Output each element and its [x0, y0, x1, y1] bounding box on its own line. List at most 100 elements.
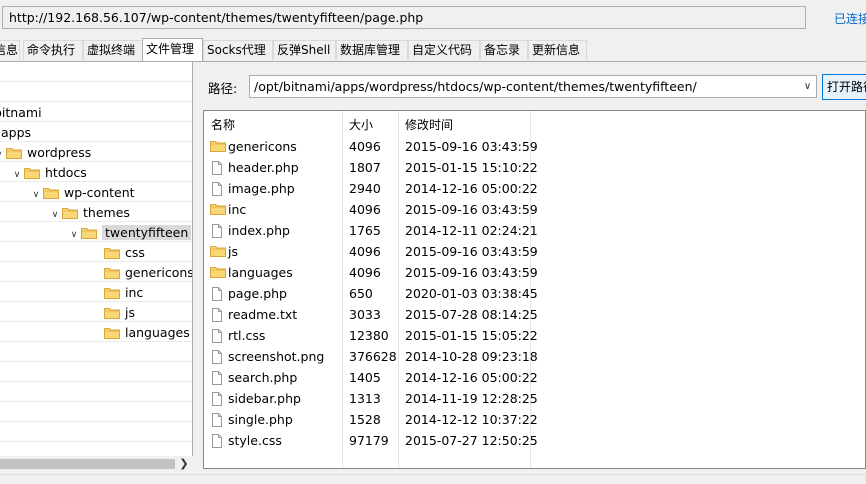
folder-icon	[210, 245, 226, 258]
file-icon	[210, 392, 225, 406]
tree-node[interactable]: genericons	[104, 264, 192, 282]
table-row[interactable]: single.php 1528 2014-12-12 10:37:22	[204, 409, 865, 430]
file-modified: 2015-01-15 15:05:22	[405, 328, 538, 343]
folder-icon	[104, 267, 120, 279]
folder-icon	[6, 147, 22, 159]
tree-node-label: bitnami	[0, 105, 42, 120]
file-icon	[210, 434, 225, 448]
tree-node[interactable]: languages	[104, 324, 190, 342]
table-row[interactable]: sidebar.php 1313 2014-11-19 12:28:25	[204, 388, 865, 409]
tree-node[interactable]: apps	[0, 124, 31, 142]
file-modified: 2014-11-19 12:28:25	[405, 391, 538, 406]
scrollbar-thumb[interactable]	[0, 459, 175, 469]
chevron-down-icon[interactable]: ∨	[67, 226, 81, 244]
table-row[interactable]: header.php 1807 2015-01-15 15:10:22	[204, 157, 865, 178]
tab-database[interactable]: 数据库管理	[336, 40, 408, 60]
chevron-down-icon[interactable]: ∨	[29, 186, 43, 204]
file-name: rtl.css	[210, 326, 265, 345]
scroll-right-arrow-icon[interactable]: ❯	[176, 456, 192, 472]
file-icon	[210, 182, 225, 196]
tab-update[interactable]: 更新信息	[528, 40, 587, 60]
table-row[interactable]: languages 4096 2015-09-16 03:43:59	[204, 262, 865, 283]
file-name-text: page.php	[228, 286, 287, 301]
file-name: image.php	[210, 179, 295, 198]
tab-memo[interactable]: 备忘录	[480, 40, 528, 60]
status-bar	[0, 474, 866, 484]
directory-tree[interactable]: bitnamiapps∨wordpress∨htdocs∨wp-content∨…	[0, 62, 193, 472]
tab-custom-code[interactable]: 自定义代码	[408, 40, 480, 60]
table-row[interactable]: image.php 2940 2014-12-16 05:00:22	[204, 178, 865, 199]
column-header-size[interactable]: 大小	[349, 116, 373, 133]
file-icon	[210, 329, 225, 343]
file-modified: 2015-09-16 03:43:59	[405, 265, 538, 280]
file-size: 650	[349, 286, 373, 301]
file-modified: 2015-09-16 03:43:59	[405, 244, 538, 259]
path-label: 路径:	[208, 81, 238, 96]
file-name-text: image.php	[228, 181, 295, 196]
file-size: 4096	[349, 139, 381, 154]
tab-socks[interactable]: Socks代理	[203, 40, 273, 60]
file-name: sidebar.php	[210, 389, 301, 408]
file-modified: 2015-01-15 15:10:22	[405, 160, 538, 175]
file-icon	[210, 350, 225, 364]
table-row[interactable]: rtl.css 12380 2015-01-15 15:05:22	[204, 325, 865, 346]
folder-icon	[104, 247, 120, 259]
table-row[interactable]: js 4096 2015-09-16 03:43:59	[204, 241, 865, 262]
table-row[interactable]: page.php 650 2020-01-03 03:38:45	[204, 283, 865, 304]
tab-info[interactable]: 信息	[0, 40, 20, 60]
tree-node[interactable]: ∨ wp-content	[29, 184, 135, 202]
file-size: 2940	[349, 181, 381, 196]
table-row[interactable]: search.php 1405 2014-12-16 05:00:22	[204, 367, 865, 388]
file-modified: 2014-12-16 05:00:22	[405, 370, 538, 385]
open-path-button[interactable]: 打开路径	[822, 74, 866, 100]
chevron-down-icon[interactable]: ∨	[799, 76, 816, 97]
tree-node[interactable]: ∨ htdocs	[10, 164, 87, 182]
chevron-down-icon[interactable]: ∨	[10, 166, 24, 184]
file-name: inc	[210, 200, 246, 219]
tree-node[interactable]: bitnami	[0, 104, 42, 122]
url-field[interactable]: http://192.168.56.107/wp-content/themes/…	[2, 6, 806, 29]
folder-icon	[81, 227, 97, 239]
tree-node[interactable]: ∨ twentyfifteen	[67, 224, 192, 244]
table-row[interactable]: index.php 1765 2014-12-11 02:24:21	[204, 220, 865, 241]
file-name-text: index.php	[228, 223, 290, 238]
tree-node-label: css	[125, 245, 145, 260]
tree-node-label: wp-content	[64, 185, 135, 200]
file-name: languages	[210, 263, 293, 282]
tree-node[interactable]: css	[104, 244, 145, 262]
folder-icon	[43, 187, 59, 199]
chevron-down-icon[interactable]: ∨	[48, 206, 62, 224]
file-list[interactable]: 名称 大小 修改时间 genericons 4096 2015-09-16 03:4…	[203, 110, 866, 469]
table-row[interactable]: genericons 4096 2015-09-16 03:43:59	[204, 136, 865, 157]
file-size: 376628	[349, 349, 397, 364]
tab-bar: 信息 命令执行 虚拟终端 文件管理 Socks代理 反弹Shell 数据库管理 …	[0, 38, 866, 62]
file-size: 97179	[349, 433, 389, 448]
tab-file-manager[interactable]: 文件管理	[142, 38, 203, 61]
tree-node-label: wordpress	[27, 145, 92, 160]
tab-terminal[interactable]: 虚拟终端	[83, 40, 143, 60]
file-icon	[210, 224, 225, 238]
folder-icon	[62, 207, 78, 219]
tree-node[interactable]: inc	[104, 284, 143, 302]
file-modified: 2014-12-16 05:00:22	[405, 181, 538, 196]
tree-node[interactable]: ∨ themes	[48, 204, 130, 222]
tab-reverse-shell[interactable]: 反弹Shell	[273, 40, 336, 60]
file-name-text: js	[228, 244, 238, 259]
table-row[interactable]: style.css 97179 2015-07-27 12:50:25	[204, 430, 865, 451]
file-size: 4096	[349, 265, 381, 280]
folder-icon	[210, 266, 226, 279]
tree-node[interactable]: js	[104, 304, 135, 322]
table-row[interactable]: screenshot.png 376628 2014-10-28 09:23:18	[204, 346, 865, 367]
tree-node[interactable]: ∨wordpress	[0, 144, 91, 162]
folder-icon	[24, 167, 40, 179]
tree-node-label: htdocs	[45, 165, 87, 180]
path-input[interactable]: /opt/bitnami/apps/wordpress/htdocs/wp-co…	[249, 75, 817, 98]
table-row[interactable]: readme.txt 3033 2015-07-28 08:14:25	[204, 304, 865, 325]
column-header-modified[interactable]: 修改时间	[405, 116, 453, 133]
file-size: 1405	[349, 370, 381, 385]
table-row[interactable]: inc 4096 2015-09-16 03:43:59	[204, 199, 865, 220]
file-size: 3033	[349, 307, 381, 322]
column-header-name[interactable]: 名称	[211, 116, 235, 133]
folder-icon	[104, 287, 120, 299]
tab-command[interactable]: 命令执行	[23, 40, 83, 60]
